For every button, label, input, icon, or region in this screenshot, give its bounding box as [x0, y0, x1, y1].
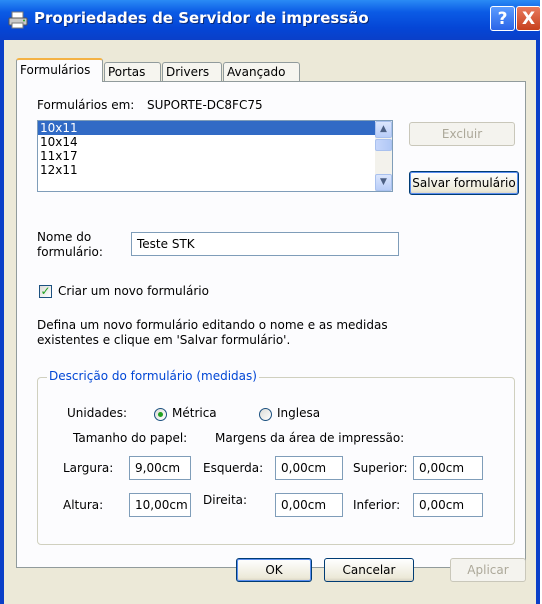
height-input[interactable]: 10,00cm	[129, 493, 191, 517]
form-name-label-line2: formulário:	[37, 245, 103, 259]
form-name-input[interactable]: Teste STK	[131, 232, 399, 256]
measures-group-title: Descrição do formulário (medidas)	[47, 369, 259, 383]
create-new-checkbox[interactable]: ✓	[39, 285, 52, 298]
window-title: Propriedades de Servidor de impressão	[34, 9, 369, 27]
print-server-properties-window: Propriedades de Servidor de impressão ? …	[0, 0, 541, 604]
scroll-up-icon[interactable]: ▲	[375, 121, 392, 138]
tab-avancado[interactable]: Avançado	[223, 62, 300, 81]
save-form-button[interactable]: Salvar formulário	[409, 171, 519, 195]
list-item[interactable]: 10x14	[38, 135, 377, 149]
metric-label[interactable]: Métrica	[172, 406, 217, 420]
top-margin-input[interactable]: 0,00cm	[413, 456, 483, 480]
form-name-label-line1: Nome do	[37, 230, 92, 244]
list-item[interactable]: 10x11	[38, 121, 377, 135]
create-new-label[interactable]: Criar um novo formulário	[58, 284, 209, 298]
tab-portas[interactable]: Portas	[104, 62, 161, 81]
cancel-button[interactable]: Cancelar	[324, 558, 414, 582]
tab-formularios[interactable]: Formulários	[16, 58, 103, 82]
tab-drivers[interactable]: Drivers	[162, 62, 222, 81]
units-label: Unidades:	[67, 406, 127, 420]
server-name: SUPORTE-DC8FC75	[147, 98, 263, 112]
width-input[interactable]: 9,00cm	[129, 456, 191, 480]
top-margin-label: Superior:	[353, 461, 408, 475]
list-scrollbar[interactable]: ▲ ▼	[375, 121, 392, 191]
delete-button[interactable]: Excluir	[409, 122, 515, 146]
dialog-client-area: Formulários Portas Drivers Avançado Form…	[4, 40, 536, 604]
english-label[interactable]: Inglesa	[277, 406, 320, 420]
right-margin-label: Direita:	[203, 493, 248, 507]
margins-label: Margens da área de impressão:	[215, 431, 405, 445]
bottom-margin-label: Inferior:	[353, 498, 401, 512]
scroll-thumb[interactable]	[375, 139, 392, 151]
left-margin-input[interactable]: 0,00cm	[275, 456, 343, 480]
tab-panel-formularios: Formulários em: SUPORTE-DC8FC75 10x11 10…	[16, 81, 526, 568]
forms-listbox[interactable]: 10x11 10x14 11x17 12x11 ▲ ▼	[37, 120, 393, 192]
ok-button[interactable]: OK	[236, 558, 312, 582]
description-line2: existentes e clique em 'Salvar formulári…	[37, 333, 291, 347]
height-label: Altura:	[63, 498, 104, 512]
list-item[interactable]: 11x17	[38, 149, 377, 163]
list-item[interactable]: 12x11	[38, 163, 377, 177]
help-button[interactable]: ?	[490, 6, 515, 31]
left-margin-label: Esquerda:	[203, 461, 264, 475]
description-line1: Defina um novo formulário editando o nom…	[37, 318, 388, 332]
close-button[interactable]: X	[516, 6, 541, 31]
title-bar[interactable]: Propriedades de Servidor de impressão ? …	[0, 0, 541, 40]
printer-icon	[8, 11, 28, 29]
width-label: Largura:	[63, 461, 114, 475]
paper-size-label: Tamanho do papel:	[73, 431, 188, 445]
bottom-margin-input[interactable]: 0,00cm	[413, 493, 483, 517]
scroll-down-icon[interactable]: ▼	[375, 174, 392, 191]
metric-radio[interactable]	[154, 408, 167, 421]
forms-on-label: Formulários em:	[37, 98, 135, 112]
apply-button[interactable]: Aplicar	[450, 558, 526, 582]
english-radio[interactable]	[259, 408, 272, 421]
right-margin-input[interactable]: 0,00cm	[275, 493, 343, 517]
